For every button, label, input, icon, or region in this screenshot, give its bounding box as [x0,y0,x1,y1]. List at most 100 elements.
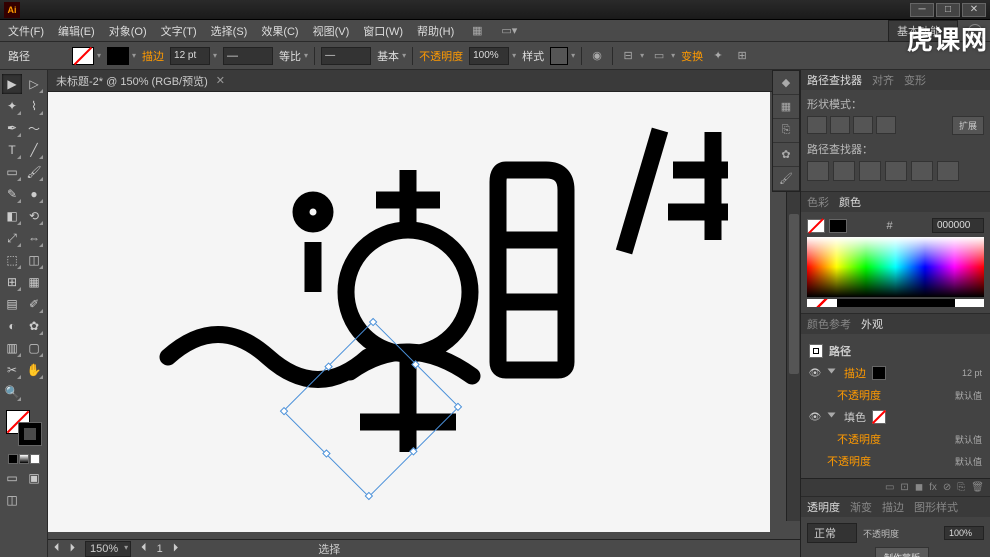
unite-button[interactable] [807,116,827,134]
profile-select[interactable]: — [321,47,371,65]
visibility-icon[interactable]: 👁 [809,411,821,423]
search-icon[interactable] [968,24,982,38]
shape-builder-tool[interactable]: ◫ [24,250,44,270]
divide-button[interactable] [807,161,829,181]
stroke-weight-input[interactable]: 12 pt [170,47,210,65]
artboard-nav-next[interactable]: ⏵ [173,542,179,555]
opacity-attr-label[interactable]: 不透明度 [837,387,881,403]
tab-close-icon[interactable]: ✕ [216,74,225,87]
artboard-nav-icon[interactable]: ⏵ [70,542,76,555]
dock-icon[interactable]: 🖌 [773,167,799,191]
menu-effect[interactable]: 效果(C) [261,23,298,39]
trim-button[interactable] [833,161,855,181]
isolate-icon[interactable]: ✦ [709,47,727,65]
dock-icon[interactable]: ✿ [773,143,799,167]
arrange-icon[interactable]: ▭▾ [500,22,518,40]
menu-type[interactable]: 文字(T) [161,23,197,39]
blend-tool[interactable]: ◐ [2,316,22,336]
tab-swatches[interactable]: 色彩 [807,194,829,210]
fill-stroke-control[interactable] [6,410,42,446]
tab-graphic-styles[interactable]: 图形样式 [914,499,958,515]
artboard-nav-icon[interactable]: ⏴ [54,542,60,555]
fill-mini-swatch[interactable] [807,219,825,233]
line-tool[interactable]: ╱ [24,140,44,160]
tab-transparency[interactable]: 透明度 [807,499,840,515]
menu-file[interactable]: 文件(F) [8,23,44,39]
style-swatch[interactable] [550,47,568,65]
document-tab[interactable]: 未标题-2* @ 150% (RGB/预览) ✕ [56,73,225,89]
stroke-color-icon[interactable] [18,422,42,446]
visibility-icon[interactable]: 👁 [809,367,821,379]
hex-input[interactable]: 000000 [932,218,984,233]
zoom-combo[interactable]: 150% [85,541,131,557]
selection-tool[interactable]: ▶ [2,74,22,94]
minus-front-button[interactable] [830,116,850,134]
opacity-attr-label[interactable]: 不透明度 [837,431,881,447]
type-tool[interactable]: T [2,140,22,160]
brush-tool[interactable]: 🖌 [24,162,44,182]
curvature-tool[interactable]: 〜 [24,118,44,138]
zoom-tool[interactable]: 🔍 [2,382,22,402]
hand-tool[interactable]: ✋ [24,360,44,380]
tab-appearance[interactable]: 外观 [861,316,883,332]
symbol-tool[interactable]: ✿ [24,316,44,336]
screen-mode-full[interactable]: ▣ [24,468,44,488]
magic-wand-tool[interactable]: ✦ [2,96,22,116]
tab-pathfinder[interactable]: 路径查找器 [807,72,862,88]
intersect-button[interactable] [853,116,873,134]
menu-window[interactable]: 窗口(W) [363,23,403,39]
menu-help[interactable]: 帮助(H) [417,23,454,39]
gradient-tool[interactable]: ▤ [2,294,22,314]
outline-button[interactable] [911,161,933,181]
bridge-icon[interactable]: ▦ [468,22,486,40]
opacity-input[interactable]: 100% [469,47,509,65]
canvas[interactable]: ➤ [48,92,770,532]
none-mode-icon[interactable] [30,454,40,464]
crop-button[interactable] [885,161,907,181]
stroke-color-swatch[interactable] [872,366,886,380]
blob-brush-tool[interactable]: ● [24,184,44,204]
graph-tool[interactable]: ▥ [2,338,22,358]
minus-back-button[interactable] [937,161,959,181]
tab-stroke[interactable]: 描边 [882,499,904,515]
eraser-tool[interactable]: ◧ [2,206,22,226]
slice-tool[interactable]: ✂ [2,360,22,380]
color-spectrum[interactable] [807,237,984,297]
stroke-swatch[interactable] [107,47,129,65]
lasso-tool[interactable]: ⌇ [24,96,44,116]
disclosure-icon[interactable] [828,369,836,378]
tab-align[interactable]: 对齐 [872,72,894,88]
exclude-button[interactable] [876,116,896,134]
appearance-row[interactable]: 不透明度 默认值 [807,428,984,450]
resize-handle[interactable] [365,492,373,500]
shape-icon[interactable]: ▭ [650,47,668,65]
stroke-attr-label[interactable]: 描边 [844,365,866,381]
eyedropper-tool[interactable]: ✐ [24,294,44,314]
tab-color[interactable]: 颜色 [839,194,861,210]
artboard-tool[interactable]: ▢ [24,338,44,358]
workspace-selector[interactable]: 基本功能 [888,20,958,42]
opacity-input[interactable]: 100% [944,526,984,540]
fill-swatch[interactable] [72,47,94,65]
recolor-icon[interactable]: ◉ [588,47,606,65]
scroll-thumb[interactable] [789,214,799,374]
pen-tool[interactable]: ✒ [2,118,22,138]
color-strip[interactable] [807,299,984,307]
visibility-icon[interactable] [809,455,821,467]
dock-icon[interactable]: ⎘ [773,119,799,143]
appearance-row[interactable]: 👁 填色 [807,406,984,428]
rectangle-tool[interactable]: ▭ [2,162,22,182]
dash-select[interactable]: — [223,47,273,65]
appearance-row[interactable]: 不透明度 默认值 [807,384,984,406]
rotate-tool[interactable]: ⟲ [24,206,44,226]
dock-icon[interactable]: ◆ [773,71,799,95]
direct-selection-tool[interactable]: ▷ [24,74,44,94]
screen-mode-normal[interactable]: ▭ [2,468,22,488]
scale-tool[interactable]: ⤢ [2,228,22,248]
add-stroke-icon[interactable]: ⊡ [900,482,908,493]
delete-icon[interactable]: 🗑 [971,482,984,493]
tab-gradient[interactable]: 渐变 [850,499,872,515]
tab-transform[interactable]: 变形 [904,72,926,88]
blend-mode-select[interactable]: 正常 [807,523,857,543]
perspective-tool[interactable]: ⊞ [2,272,22,292]
